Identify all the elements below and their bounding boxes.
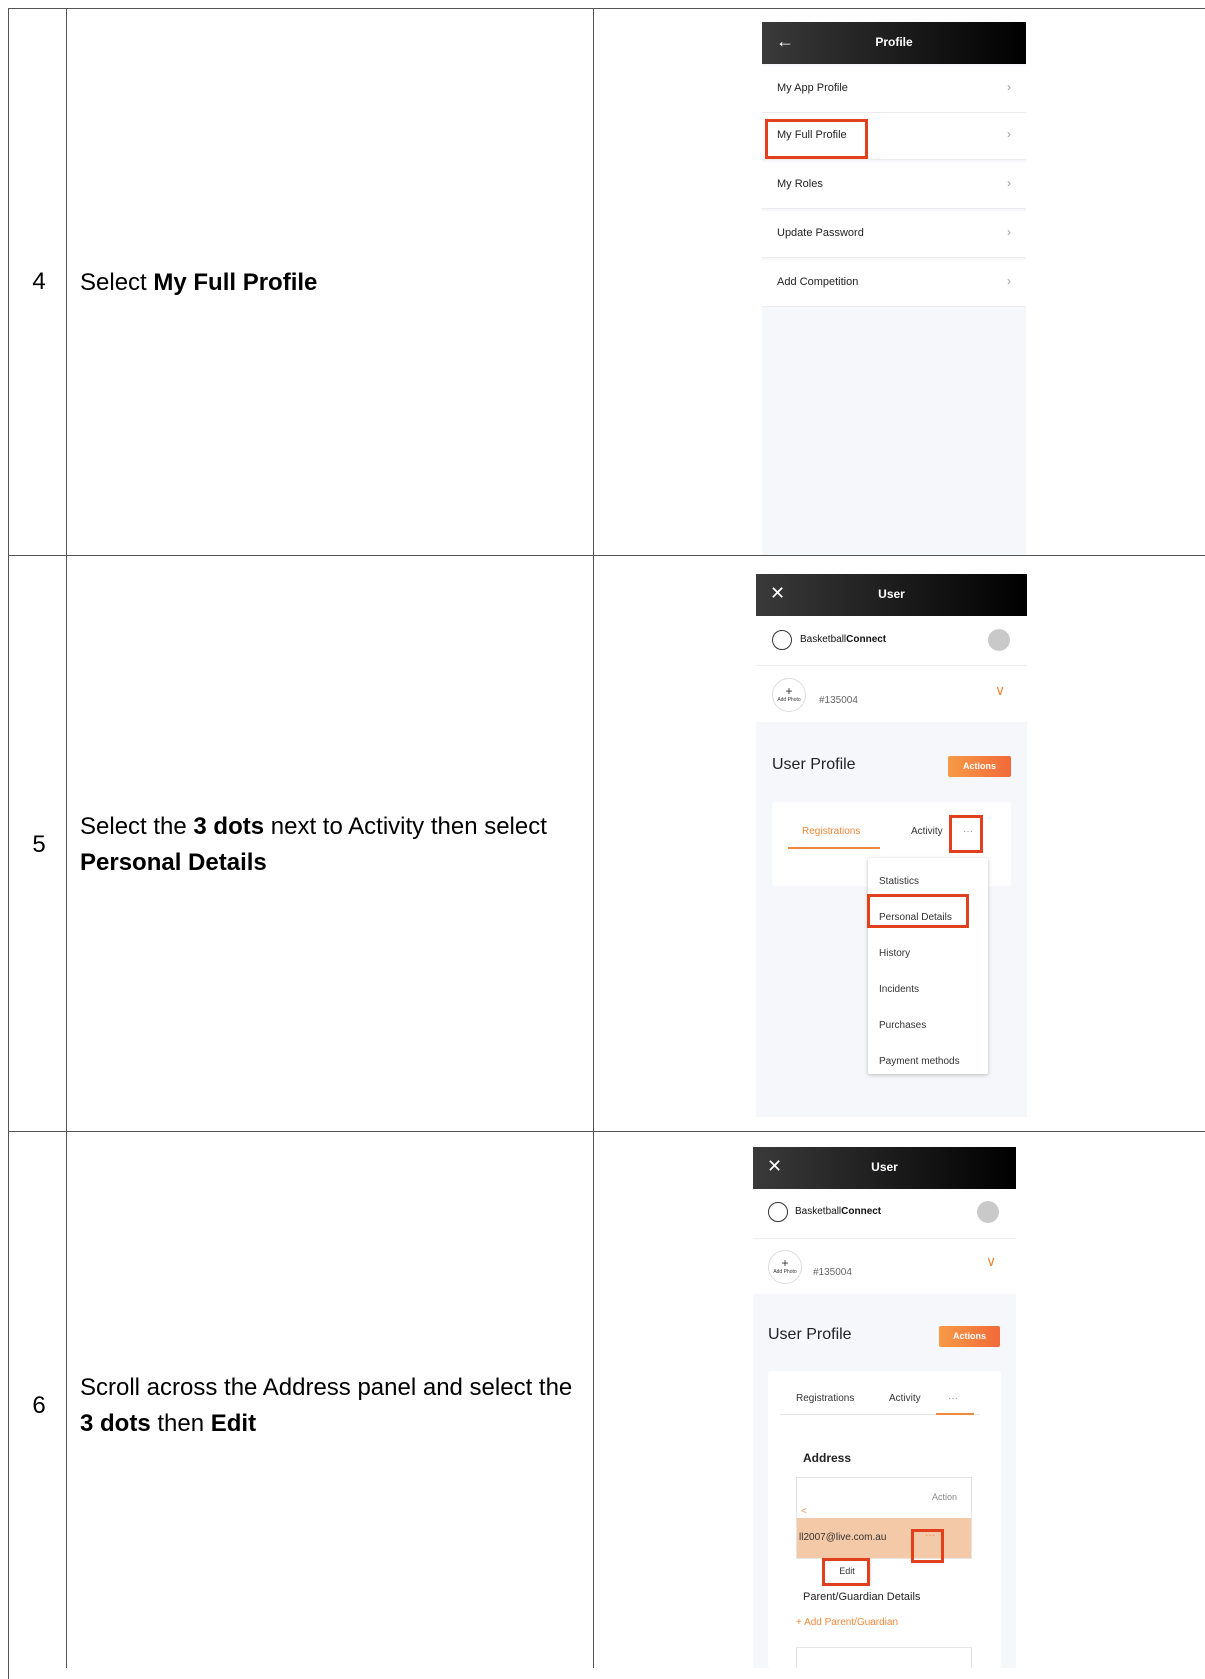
brand-name: BasketballConnect xyxy=(800,634,886,645)
dropdown-item-payment-methods[interactable]: Payment methods xyxy=(879,1056,960,1067)
instruction-bold: 3 dots xyxy=(80,1410,151,1437)
column-divider xyxy=(593,8,594,1668)
row-divider xyxy=(8,555,1205,556)
brand-bold: Connect xyxy=(841,1206,882,1217)
top-bar: ✕ User xyxy=(753,1147,1016,1189)
menu-item-my-roles[interactable]: My Roles › xyxy=(762,162,1026,209)
instruction-text: Scroll across the Address panel and sele… xyxy=(80,1374,573,1401)
chevron-down-icon[interactable]: ∨ xyxy=(995,682,1005,699)
avatar[interactable] xyxy=(988,629,1010,651)
tab-activity[interactable]: Activity xyxy=(911,826,943,837)
plus-icon: + xyxy=(781,1256,789,1270)
instruction-text: then xyxy=(150,1410,211,1437)
page-title: User Profile xyxy=(768,1326,852,1343)
user-address-screenshot: ✕ User BasketballConnect + Add Photo #13… xyxy=(753,1147,1016,1668)
menu-item-my-app-profile[interactable]: My App Profile › xyxy=(762,66,1026,113)
menu-item-label: Add Competition xyxy=(777,276,859,288)
brand-regular: Basketball xyxy=(800,634,847,645)
step-instruction: Select the 3 dots next to Activity then … xyxy=(80,809,580,881)
chevron-right-icon: › xyxy=(1007,176,1011,190)
highlight-box xyxy=(765,119,868,159)
step-instruction: Scroll across the Address panel and sele… xyxy=(80,1370,580,1442)
scroll-left-icon[interactable]: < xyxy=(801,1506,807,1517)
dropdown-item-statistics[interactable]: Statistics xyxy=(879,876,919,887)
screen-title: Profile xyxy=(875,35,913,49)
add-photo-button[interactable]: + Add Photo xyxy=(768,1250,802,1284)
user-id: #135004 xyxy=(819,695,858,706)
instruction-text: Select the xyxy=(80,813,194,840)
basketball-icon xyxy=(768,1202,788,1222)
chevron-right-icon: › xyxy=(1007,274,1011,288)
instruction-text: next to Activity then select xyxy=(264,813,547,840)
address-table: Action < ll2007@live.com.au ··· xyxy=(796,1477,972,1559)
actions-button[interactable]: Actions xyxy=(939,1326,1000,1347)
add-photo-label: Add Photo xyxy=(777,697,801,703)
instruction-bold: 3 dots xyxy=(193,813,265,840)
instruction-bold: My Full Profile xyxy=(153,269,318,296)
dropdown-item-purchases[interactable]: Purchases xyxy=(879,1020,926,1031)
active-tab-indicator xyxy=(788,847,880,849)
parent-guardian-heading: Parent/Guardian Details xyxy=(803,1591,921,1603)
menu-item-label: My Roles xyxy=(777,178,823,190)
row-divider xyxy=(8,1131,1205,1132)
brand-header: BasketballConnect xyxy=(756,616,1027,666)
action-column-header: Action xyxy=(931,1492,957,1502)
dropdown-item-incidents[interactable]: Incidents xyxy=(879,984,919,995)
step-number: 6 xyxy=(32,1392,46,1419)
user-header: + Add Photo #135004 ∨ xyxy=(753,1239,1016,1294)
chevron-down-icon[interactable]: ∨ xyxy=(986,1253,996,1270)
user-dropdown-screenshot: ✕ User BasketballConnect + Add Photo #13… xyxy=(756,574,1027,1117)
brand-regular: Basketball xyxy=(795,1206,842,1217)
add-photo-label: Add Photo xyxy=(773,1269,797,1275)
highlight-box xyxy=(949,815,983,853)
actions-button[interactable]: Actions xyxy=(948,756,1011,777)
brand-name: BasketballConnect xyxy=(795,1206,881,1217)
screen-title: User xyxy=(871,1160,898,1174)
step-instruction: Select My Full Profile xyxy=(80,265,580,301)
menu-item-update-password[interactable]: Update Password › xyxy=(762,211,1026,258)
more-tabs-button[interactable]: ··· xyxy=(948,1393,958,1404)
brand-bold: Connect xyxy=(846,634,887,645)
chevron-right-icon: › xyxy=(1007,80,1011,94)
highlight-box xyxy=(822,1558,870,1586)
screen-title: User xyxy=(878,587,905,601)
plus-icon: + xyxy=(785,684,793,698)
tab-activity[interactable]: Activity xyxy=(889,1393,921,1404)
top-bar: ← Profile xyxy=(762,22,1026,64)
tab-registrations[interactable]: Registrations xyxy=(802,826,860,837)
menu-item-add-competition[interactable]: Add Competition › xyxy=(762,260,1026,307)
user-header: + Add Photo #135004 ∨ xyxy=(756,666,1027,722)
tab-registrations[interactable]: Registrations xyxy=(796,1393,854,1404)
highlight-box xyxy=(911,1529,944,1563)
instruction-bold: Personal Details xyxy=(80,849,267,876)
menu-item-label: My App Profile xyxy=(777,82,848,94)
personal-details-card: Registrations Activity ··· Address Actio… xyxy=(768,1371,1001,1668)
email-value: ll2007@live.com.au xyxy=(799,1532,887,1543)
column-divider xyxy=(66,8,67,1668)
user-id: #135004 xyxy=(813,1267,852,1278)
step-number: 5 xyxy=(32,831,46,858)
top-bar: ✕ User xyxy=(756,574,1027,616)
chevron-right-icon: › xyxy=(1007,127,1011,141)
step-number: 4 xyxy=(32,268,46,295)
active-tab-indicator xyxy=(936,1413,974,1415)
instruction-text: Select xyxy=(80,269,154,296)
chevron-right-icon: › xyxy=(1007,225,1011,239)
parent-guardian-table xyxy=(796,1647,972,1668)
address-heading: Address xyxy=(803,1451,852,1465)
dropdown-item-history[interactable]: History xyxy=(879,948,910,959)
basketball-icon xyxy=(772,630,792,650)
menu-item-label: Update Password xyxy=(777,227,864,239)
profile-screenshot: ← Profile My App Profile › My Full Profi… xyxy=(762,22,1026,555)
address-row: < ll2007@live.com.au ··· xyxy=(797,1506,971,1558)
more-dropdown: Statistics Personal Details History Inci… xyxy=(868,858,988,1074)
instruction-bold: Edit xyxy=(210,1410,257,1437)
avatar[interactable] xyxy=(977,1201,999,1223)
add-photo-button[interactable]: + Add Photo xyxy=(772,678,806,712)
highlight-box xyxy=(867,894,969,928)
add-parent-guardian-link[interactable]: + Add Parent/Guardian xyxy=(796,1617,898,1628)
page-title: User Profile xyxy=(772,756,856,773)
brand-header: BasketballConnect xyxy=(753,1189,1016,1239)
